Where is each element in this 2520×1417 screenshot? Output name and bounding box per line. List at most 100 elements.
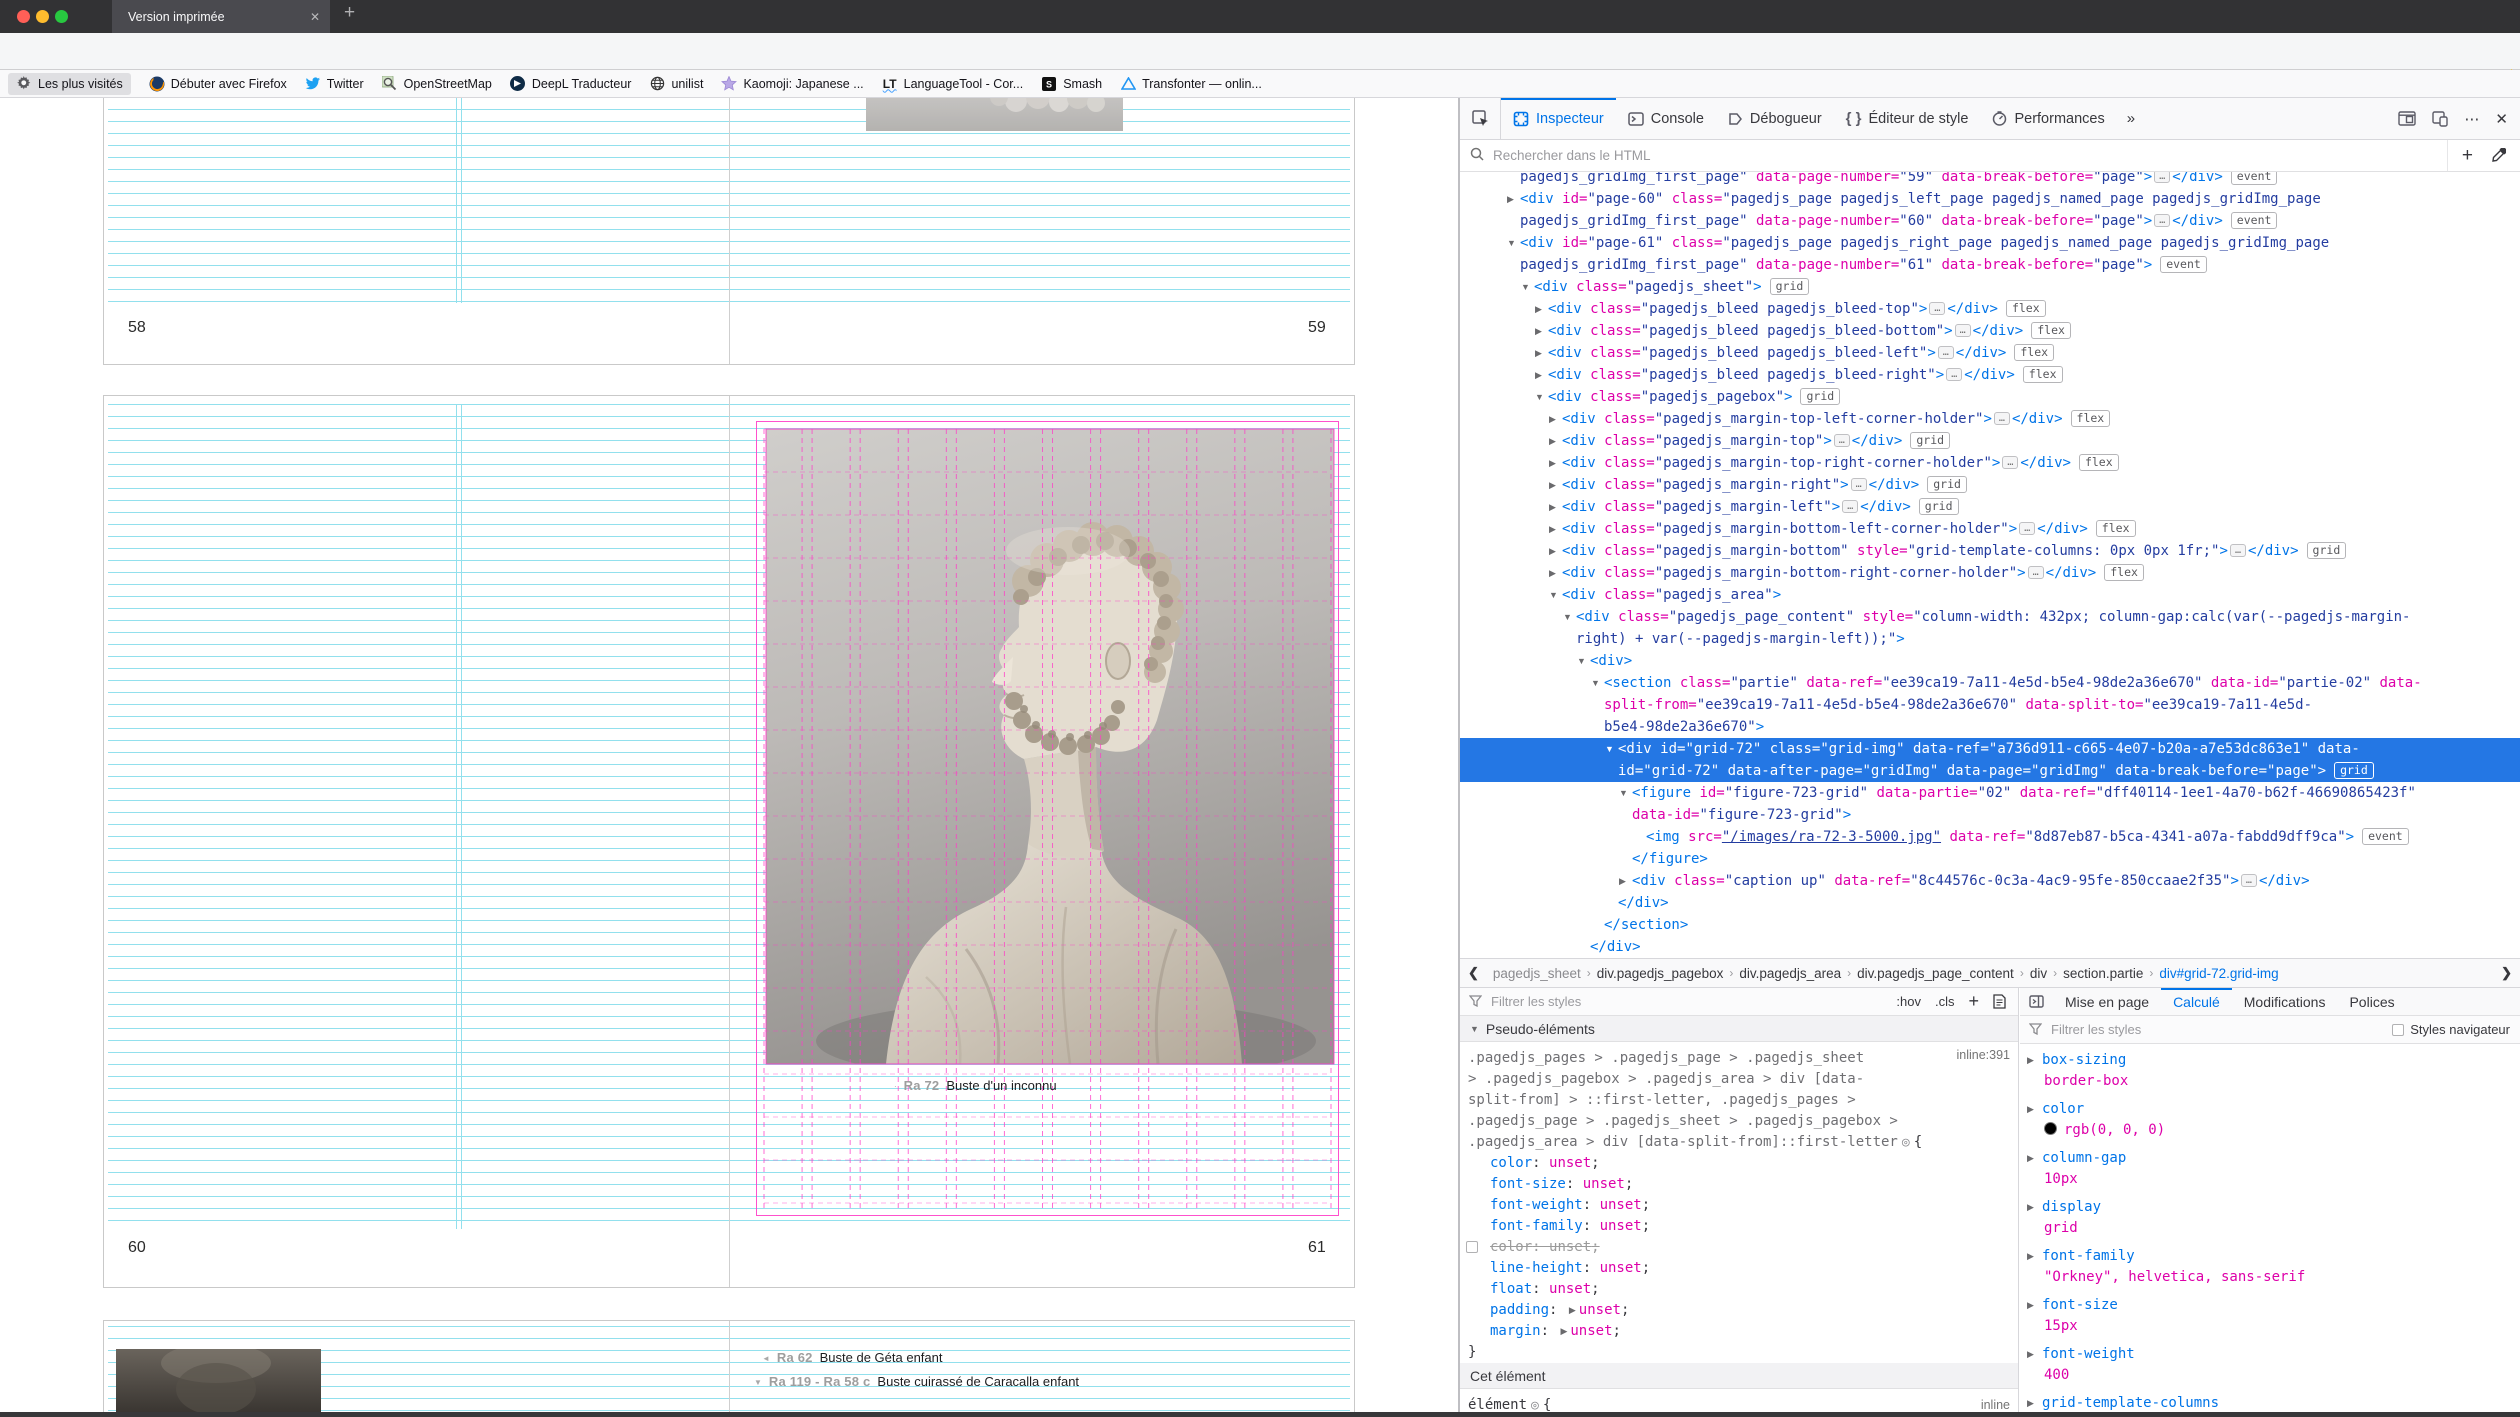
html-tree-row[interactable]: ▶<div class="pagedjs_margin-top">…</div>… <box>1460 430 2520 452</box>
ellipsis-pill[interactable]: … <box>2154 172 2170 183</box>
sidebar-tab-mise-en-page[interactable]: Mise en page <box>2053 988 2161 1015</box>
html-tree-row[interactable]: ▼<div class="pagedjs_page_content" style… <box>1460 606 2520 628</box>
html-tree-row[interactable]: ▶<div class="pagedjs_margin-left">…</div… <box>1460 496 2520 518</box>
twisty-icon[interactable]: ▶ <box>1560 1326 1567 1336</box>
bookmark-item[interactable]: Kaomoji: Japanese ... <box>721 76 863 92</box>
layout-badge[interactable]: flex <box>2023 366 2063 383</box>
declaration-checkbox[interactable] <box>1466 1241 1478 1253</box>
twisty-icon[interactable]: ▶ <box>2027 1393 2034 1412</box>
html-tree-row[interactable]: ▼<div id="page-61" class="pagedjs_page p… <box>1460 232 2520 254</box>
html-tree-row[interactable]: ▼<section class="partie" data-ref="ee39c… <box>1460 672 2520 694</box>
css-declaration[interactable]: font-family: unset; <box>1460 1216 2018 1237</box>
layout-badge[interactable]: flex <box>2104 564 2144 581</box>
bookmark-item[interactable]: Les plus visités <box>8 73 131 95</box>
twisty-icon[interactable]: ▶ <box>1549 540 1562 562</box>
html-tree-row[interactable]: </figure> <box>1460 848 2520 870</box>
html-tree-row[interactable]: data-id="figure-723-grid"> <box>1460 804 2520 826</box>
ellipsis-pill[interactable]: … <box>2154 214 2170 227</box>
html-tree-row[interactable]: ▼<div class="pagedjs_area"> <box>1460 584 2520 606</box>
ellipsis-pill[interactable]: … <box>2241 874 2257 887</box>
html-tree-row[interactable]: </div> <box>1460 892 2520 914</box>
twisty-icon[interactable]: ▼ <box>1577 650 1590 672</box>
rules-filter-input[interactable] <box>1489 993 1896 1010</box>
ellipsis-pill[interactable]: … <box>1834 434 1850 447</box>
add-rule-button[interactable]: + <box>1968 991 1979 1012</box>
bookmark-item[interactable]: Débuter avec Firefox <box>149 76 287 92</box>
html-tree-row[interactable]: pagedjs_gridImg_first_page" data-page-nu… <box>1460 172 2520 188</box>
css-declaration[interactable]: font-weight: unset; <box>1460 1195 2018 1216</box>
tab-close-icon[interactable]: ✕ <box>310 10 320 24</box>
layout-badge[interactable]: flex <box>2079 454 2119 471</box>
twisty-icon[interactable]: ▶ <box>1549 430 1562 452</box>
html-tree-row[interactable]: pagedjs_gridImg_first_page" data-page-nu… <box>1460 254 2520 276</box>
twisty-icon[interactable]: ▶ <box>1535 320 1548 342</box>
computed-property[interactable]: ▶font-family"Orkney", helvetica, sans-se… <box>2020 1246 2520 1288</box>
twisty-icon[interactable]: ▼ <box>1521 276 1534 298</box>
rule-source-link[interactable]: inline:391 <box>1956 1048 2010 1062</box>
breadcrumb-item[interactable]: pagedjs_sheet <box>1487 966 1587 981</box>
layout-badge[interactable]: grid <box>1927 476 1967 493</box>
html-tree-row[interactable]: ▼<div class="pagedjs_sheet">grid <box>1460 276 2520 298</box>
computed-property[interactable]: ▶font-size15px <box>2020 1295 2520 1337</box>
html-tree-row[interactable]: ▶<div class="pagedjs_margin-bottom-right… <box>1460 562 2520 584</box>
pick-element-button[interactable] <box>1460 98 1501 139</box>
minimize-window-button[interactable] <box>36 10 49 23</box>
expand-pane-icon[interactable] <box>2020 988 2053 1015</box>
html-tree-row[interactable]: ▼<div> <box>1460 650 2520 672</box>
ellipsis-pill[interactable]: … <box>1946 368 1962 381</box>
html-tree-row[interactable]: id="grid-72" data-after-page="gridImg" d… <box>1460 760 2520 782</box>
twisty-icon[interactable]: ▶ <box>1619 870 1632 892</box>
breadcrumb-item[interactable]: div.pagedjs_area <box>1733 966 1847 981</box>
browser-styles-checkbox[interactable] <box>2392 1024 2404 1036</box>
sidebar-tab-modifications[interactable]: Modifications <box>2232 988 2338 1015</box>
twisty-icon[interactable]: ▶ <box>1535 342 1548 364</box>
twisty-icon[interactable]: ▼ <box>1507 232 1520 254</box>
layout-badge[interactable]: event <box>2231 172 2278 185</box>
ellipsis-pill[interactable]: … <box>1929 302 1945 315</box>
breadcrumb-item[interactable]: div.pagedjs_page_content <box>1851 966 2020 981</box>
computed-property[interactable]: ▶grid-template-columns38.0833px 38.0833p… <box>2020 1393 2520 1412</box>
bookmark-item[interactable]: Twitter <box>305 76 364 92</box>
html-tree-row[interactable]: ▶<div class="pagedjs_margin-top-left-cor… <box>1460 408 2520 430</box>
twisty-icon[interactable]: ▶ <box>2027 1099 2034 1120</box>
more-tabs-button[interactable]: » <box>2117 98 2145 139</box>
devtools-close-button[interactable]: ✕ <box>2495 110 2508 128</box>
html-tree[interactable]: pagedjs_gridImg_first_page" data-page-nu… <box>1460 172 2520 958</box>
selector-target-icon[interactable]: ◎ <box>1531 1398 1539 1412</box>
ellipsis-pill[interactable]: … <box>2002 456 2018 469</box>
layout-badge[interactable]: grid <box>2307 542 2347 559</box>
ellipsis-pill[interactable]: … <box>2028 566 2044 579</box>
layout-badge[interactable]: grid <box>1919 498 1959 515</box>
close-window-button[interactable] <box>17 10 30 23</box>
bookmark-item[interactable]: OpenStreetMap <box>382 76 492 92</box>
layout-badge[interactable]: flex <box>2096 520 2136 537</box>
html-tree-row[interactable]: ▶<div class="pagedjs_margin-bottom" styl… <box>1460 540 2520 562</box>
css-declaration[interactable]: font-size: unset; <box>1460 1174 2018 1195</box>
computed-property[interactable]: ▶font-weight400 <box>2020 1344 2520 1386</box>
sidebar-tab-calculé[interactable]: Calculé <box>2161 988 2232 1015</box>
breadcrumb-item[interactable]: div.pagedjs_pagebox <box>1591 966 1730 981</box>
ellipsis-pill[interactable]: … <box>1938 346 1954 359</box>
computed-property[interactable]: ▶box-sizingborder-box <box>2020 1050 2520 1092</box>
html-search-input[interactable] <box>1491 147 2447 164</box>
css-declaration[interactable]: color: unset; <box>1460 1153 2018 1174</box>
twisty-icon[interactable]: ▶ <box>2027 1295 2034 1316</box>
html-tree-row[interactable]: </div> <box>1460 936 2520 958</box>
ellipsis-pill[interactable]: … <box>2230 544 2246 557</box>
computed-property[interactable]: ▶column-gap10px <box>2020 1148 2520 1190</box>
layout-badge[interactable]: flex <box>2071 410 2111 427</box>
css-declaration[interactable]: line-height: unset; <box>1460 1258 2018 1279</box>
twisty-icon[interactable]: ▼ <box>1549 584 1562 606</box>
twisty-icon[interactable]: ▶ <box>1535 298 1548 320</box>
layout-badge[interactable]: flex <box>2006 300 2046 317</box>
layout-badge[interactable]: grid <box>2334 762 2374 779</box>
computed-filter-input[interactable] <box>2049 1021 2392 1038</box>
new-tab-button[interactable]: + <box>344 2 355 24</box>
ellipsis-pill[interactable]: … <box>1955 324 1971 337</box>
breadcrumb-item[interactable]: div <box>2024 966 2053 981</box>
twisty-icon[interactable]: ▶ <box>1549 452 1562 474</box>
twisty-icon[interactable]: ▶ <box>1549 496 1562 518</box>
computed-property[interactable]: ▶colorrgb(0, 0, 0) <box>2020 1099 2520 1141</box>
bookmark-item[interactable]: LTLanguageTool - Cor... <box>882 76 1024 92</box>
add-node-button[interactable]: + <box>2462 145 2473 167</box>
